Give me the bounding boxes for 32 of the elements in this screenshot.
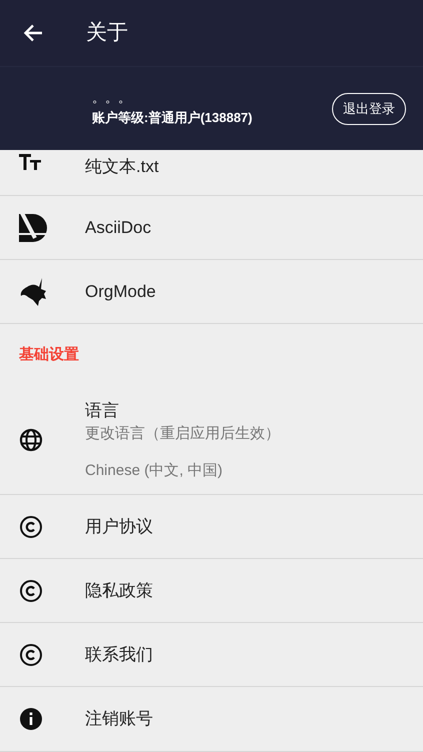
- back-arrow-icon[interactable]: [23, 24, 43, 42]
- list-item[interactable]: 用户协议: [0, 495, 423, 559]
- item-label: AsciiDoc: [85, 216, 152, 239]
- item-label: 隐私政策: [85, 580, 153, 602]
- account-level: 账户等级:普通用户(138887): [92, 108, 254, 127]
- unicorn-icon: [19, 278, 47, 306]
- list-item[interactable]: OrgMode: [0, 260, 423, 324]
- page-title: 关于: [86, 20, 128, 46]
- section-title: 基础设置: [19, 344, 79, 365]
- item-label: 用户协议: [85, 516, 153, 538]
- document-logo-icon: [19, 214, 47, 242]
- item-label: OrgMode: [85, 280, 156, 303]
- item-description: 更改语言（重启应用后生效）: [85, 424, 280, 444]
- text-size-icon: [19, 154, 41, 170]
- list-item[interactable]: 注销账号: [0, 687, 423, 752]
- list-item[interactable]: 联系我们: [0, 623, 423, 687]
- list-item[interactable]: 语言 更改语言（重启应用后生效） Chinese (中文, 中国): [0, 386, 423, 495]
- logout-button[interactable]: 退出登录: [332, 92, 406, 124]
- copyright-icon: [19, 514, 43, 538]
- info-icon: [19, 707, 43, 731]
- item-value: Chinese (中文, 中国): [85, 460, 224, 481]
- list-item[interactable]: AsciiDoc: [0, 196, 423, 260]
- copyright-icon: [19, 642, 43, 666]
- copyright-icon: [19, 578, 43, 602]
- globe-icon: [19, 428, 43, 452]
- item-label: 注销账号: [85, 708, 153, 730]
- user-name: 。。。: [92, 90, 132, 106]
- item-label: 联系我们: [85, 644, 153, 666]
- item-label: 纯文本.txt: [85, 156, 159, 178]
- list-item[interactable]: 隐私政策: [0, 559, 423, 623]
- list-item[interactable]: 纯文本.txt: [0, 150, 423, 196]
- item-label: 语言: [85, 400, 120, 422]
